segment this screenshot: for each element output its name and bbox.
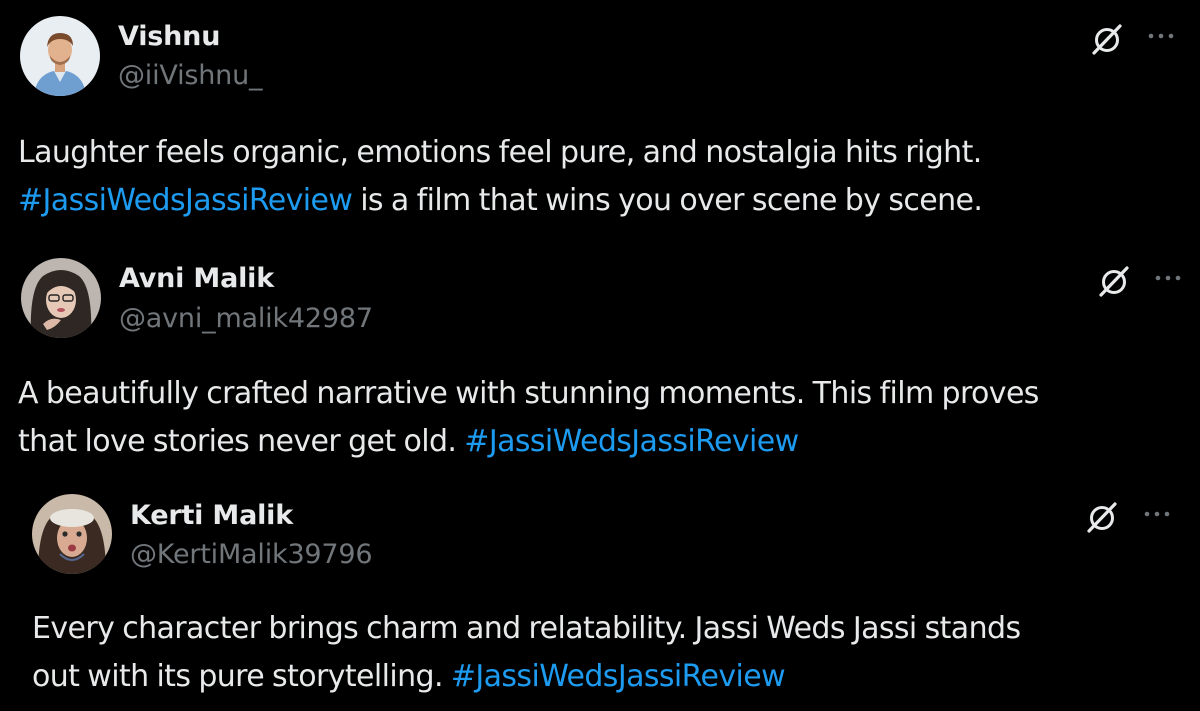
profile-photo-icon bbox=[20, 16, 100, 96]
hashtag-link[interactable]: #JassiWedsJassiReview bbox=[18, 183, 353, 218]
tweet-text-line: Laughter feels organic, emotions feel pu… bbox=[18, 135, 982, 170]
tweet-text-line: Every character brings charm and relatab… bbox=[32, 611, 1021, 646]
display-name[interactable]: Kerti Malik bbox=[130, 500, 293, 531]
tweet-text-line: that love stories never get old. #JassiW… bbox=[18, 418, 1039, 466]
grok-icon[interactable] bbox=[1096, 263, 1132, 299]
grok-icon[interactable] bbox=[1089, 21, 1125, 57]
user-handle[interactable]: @KertiMalik39796 bbox=[130, 539, 373, 570]
tweet-text-line: #JassiWedsJassiReview is a film that win… bbox=[18, 177, 983, 225]
user-handle[interactable]: @iiVishnu_ bbox=[118, 60, 262, 91]
display-name[interactable]: Avni Malik bbox=[119, 263, 274, 294]
avatar[interactable] bbox=[21, 258, 101, 338]
tweet-text: Every character brings charm and relatab… bbox=[32, 605, 1021, 701]
tweet-text: A beautifully crafted narrative with stu… bbox=[18, 370, 1039, 466]
profile-photo-icon bbox=[32, 494, 112, 574]
grok-icon[interactable] bbox=[1084, 499, 1120, 535]
user-handle[interactable]: @avni_malik42987 bbox=[119, 303, 373, 334]
tweet-text-line: A beautifully crafted narrative with stu… bbox=[18, 376, 1039, 411]
tweet: Kerti Malik @KertiMalik39796 Every chara… bbox=[0, 480, 1200, 711]
tweet-text-segment: is a film that wins you over scene by sc… bbox=[352, 183, 983, 218]
more-options-icon[interactable] bbox=[1154, 272, 1182, 284]
avatar[interactable] bbox=[32, 494, 112, 574]
more-options-icon[interactable] bbox=[1147, 30, 1175, 42]
tweet-text-line: out with its pure storytelling. #JassiWe… bbox=[32, 653, 1020, 701]
tweet: Avni Malik @avni_malik42987 A beautifull… bbox=[0, 240, 1200, 480]
profile-photo-icon bbox=[21, 258, 101, 338]
display-name[interactable]: Vishnu bbox=[118, 21, 220, 52]
tweet: Vishnu @iiVishnu_ Laughter feels organic… bbox=[0, 0, 1200, 240]
avatar[interactable] bbox=[20, 16, 100, 96]
more-options-icon[interactable] bbox=[1143, 508, 1171, 520]
tweet-text-segment: that love stories never get old. bbox=[18, 424, 465, 459]
tweet-text-segment: out with its pure storytelling. bbox=[32, 659, 451, 694]
hashtag-link[interactable]: #JassiWedsJassiReview bbox=[451, 659, 786, 694]
tweet-text: Laughter feels organic, emotions feel pu… bbox=[18, 129, 983, 225]
hashtag-link[interactable]: #JassiWedsJassiReview bbox=[464, 424, 799, 459]
